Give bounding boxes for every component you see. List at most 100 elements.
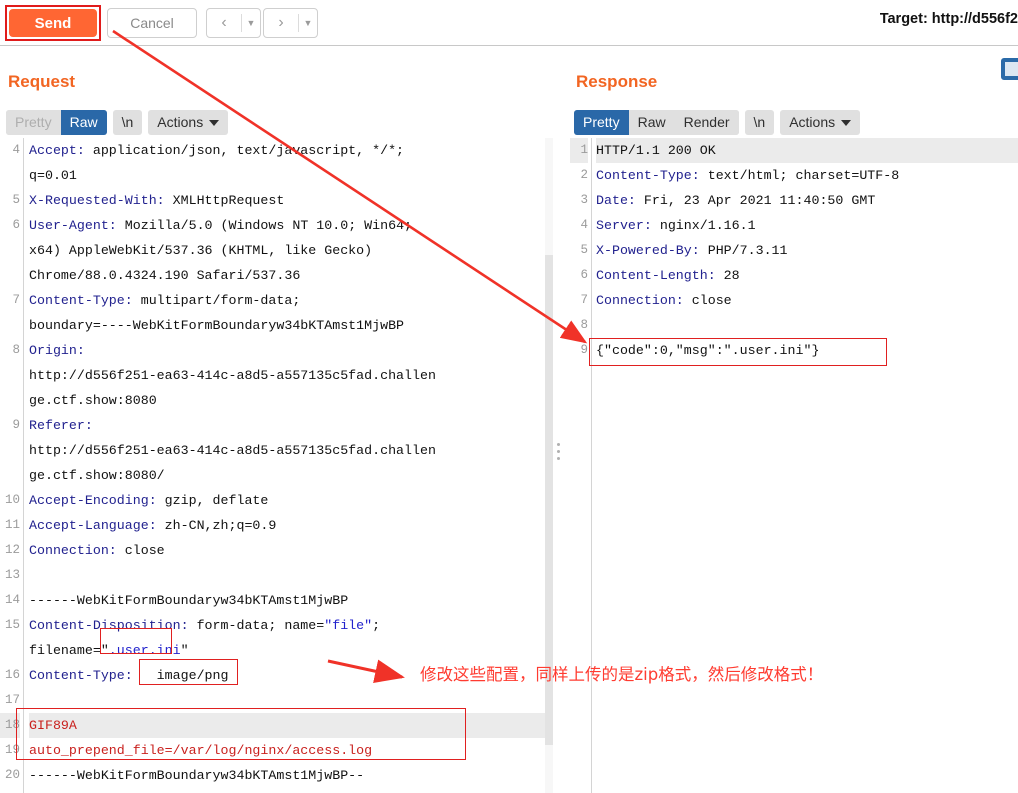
tab-response-newline[interactable]: \n: [744, 110, 775, 135]
code-segment: GIF89A: [29, 718, 77, 733]
tab-request-newline[interactable]: \n: [112, 110, 143, 135]
code-segment: http://d556f251-ea63-414c-a8d5-a557135c5…: [29, 443, 436, 458]
code-line: Server: nginx/1.16.1: [596, 213, 1018, 238]
code-segment: zh-CN,zh;q=0.9: [164, 518, 277, 533]
annotation-note: 修改这些配置，同样上传的是zip格式，然后修改格式！: [420, 665, 824, 684]
code-line: http://d556f251-ea63-414c-a8d5-a557135c5…: [29, 363, 545, 388]
line-number: [0, 438, 20, 463]
code-segment: Content-Type:: [596, 168, 708, 183]
code-segment: Content-Type:: [29, 668, 141, 683]
code-segment: form-data; name=: [196, 618, 325, 633]
code-segment: ge.ctf.show:8080: [29, 393, 157, 408]
code-line: q=0.01: [29, 163, 545, 188]
code-line: Chrome/88.0.4324.190 Safari/537.36: [29, 263, 545, 288]
code-line: Accept-Language: zh-CN,zh;q=0.9: [29, 513, 545, 538]
next-request-button[interactable]: › ▼: [263, 8, 318, 38]
request-view-tabs: Pretty Raw: [6, 110, 107, 135]
request-actions-tab-group: Actions: [148, 110, 229, 135]
code-line: X-Requested-With: XMLHttpRequest: [29, 188, 545, 213]
line-number: 7: [580, 293, 588, 307]
response-actions-button[interactable]: Actions: [780, 110, 861, 135]
code-segment: x64) AppleWebKit/537.36 (KHTML, like Gec…: [29, 243, 373, 258]
request-actions-button[interactable]: Actions: [148, 110, 229, 135]
code-segment: Content-Type:: [29, 293, 141, 308]
cancel-button[interactable]: Cancel: [107, 8, 197, 38]
code-segment: ;: [372, 618, 381, 633]
response-editor[interactable]: 1 2 3 4 5 6 7 8 9 HTTP/1.1 200 OK Content-Type: t…: [570, 138, 1018, 793]
line-number: 1: [570, 138, 588, 163]
line-number: 10: [4, 493, 20, 507]
line-number: [0, 313, 20, 338]
line-number: 15: [4, 618, 20, 632]
chevron-down-icon[interactable]: ▼: [242, 9, 260, 37]
tab-request-pretty[interactable]: Pretty: [6, 110, 61, 135]
code-segment: Server:: [596, 218, 660, 233]
request-newline-tab-group: \n: [112, 110, 143, 135]
line-number: 8: [12, 343, 20, 357]
code-line: User-Agent: Mozilla/5.0 (Windows NT 10.0…: [29, 213, 545, 238]
code-line: ------WebKitFormBoundaryw34bKTAmst1MjwBP…: [29, 763, 545, 788]
line-number: [0, 463, 20, 488]
request-code-content[interactable]: Accept: application/json, text/javascrip…: [29, 138, 545, 793]
code-line: auto_prepend_file=/var/log/nginx/access.…: [29, 738, 545, 763]
tab-request-raw[interactable]: Raw: [60, 110, 107, 135]
code-segment: "file": [324, 618, 373, 633]
chevron-down-icon[interactable]: ▼: [299, 9, 317, 37]
line-number: 9: [12, 418, 20, 432]
line-number: 2: [580, 168, 588, 182]
response-view-tabs: Pretty Raw Render: [574, 110, 739, 135]
code-segment: ------WebKitFormBoundaryw34bKTAmst1MjwBP: [29, 593, 349, 608]
request-line-numbers: 4 5 6 7 8 9 10 11 12 13 14 15 16 17 18 19 20: [0, 138, 24, 793]
code-segment: Accept-Encoding:: [29, 493, 165, 508]
line-number: 6: [580, 268, 588, 282]
tab-response-pretty[interactable]: Pretty: [574, 110, 629, 135]
code-segment: HTTP/1.1 200 OK: [596, 143, 716, 158]
code-segment: Mozilla/5.0 (Windows NT 10.0; Win64;: [124, 218, 413, 233]
code-segment: Fri, 23 Apr 2021 11:40:50 GMT: [643, 193, 876, 208]
code-line: http://d556f251-ea63-414c-a8d5-a557135c5…: [29, 438, 545, 463]
code-line: Connection: close: [29, 538, 545, 563]
line-number: 9: [580, 343, 588, 357]
tab-response-render[interactable]: Render: [674, 110, 739, 135]
code-segment: boundary=----WebKitFormBoundaryw34bKTAms…: [29, 318, 405, 333]
code-line: ------WebKitFormBoundaryw34bKTAmst1MjwBP: [29, 588, 545, 613]
line-number: 5: [12, 193, 20, 207]
response-line-numbers: 1 2 3 4 5 6 7 8 9: [570, 138, 592, 793]
code-segment: close: [691, 293, 732, 308]
line-number: 16: [4, 668, 20, 682]
previous-request-button[interactable]: ‹ ▼: [206, 8, 261, 38]
code-segment: Chrome/88.0.4324.190 Safari/537.36: [29, 268, 301, 283]
code-line: Origin:: [29, 338, 545, 363]
response-actions-label: Actions: [789, 114, 836, 130]
code-segment: Accept-Language:: [29, 518, 165, 533]
code-line: ge.ctf.show:8080: [29, 388, 545, 413]
code-segment: multipart/form-data;: [140, 293, 301, 308]
code-segment: Content-Disposition:: [29, 618, 197, 633]
code-segment: application/json, text/javascript, */*;: [92, 143, 405, 158]
chevron-left-icon: ‹: [221, 14, 227, 31]
response-code-content[interactable]: HTTP/1.1 200 OK Content-Type: text/html; …: [596, 138, 1018, 793]
code-line: Referer:: [29, 413, 545, 438]
request-editor[interactable]: 4 5 6 7 8 9 10 11 12 13 14 15 16 17 18 19 20 Accept: app…: [0, 138, 545, 793]
comment-icon[interactable]: [1001, 58, 1018, 80]
line-number: 13: [4, 568, 20, 582]
splitter-handle-icon: [557, 443, 561, 464]
code-segment: X-Requested-With:: [29, 193, 173, 208]
line-number: 7: [12, 293, 20, 307]
code-segment: Accept:: [29, 143, 93, 158]
line-number: 6: [12, 218, 20, 232]
line-number: [0, 363, 20, 388]
tab-response-raw[interactable]: Raw: [628, 110, 675, 135]
line-number: 18: [0, 713, 20, 738]
code-segment: .user.ini: [108, 643, 181, 658]
send-button[interactable]: Send: [9, 9, 97, 37]
panel-splitter[interactable]: [553, 138, 567, 793]
line-number: 20: [4, 768, 20, 782]
line-number: 12: [4, 543, 20, 557]
code-line: x64) AppleWebKit/537.36 (KHTML, like Gec…: [29, 238, 545, 263]
code-line: {"code":0,"msg":".user.ini"}: [596, 338, 1018, 363]
code-segment: ": [180, 643, 189, 658]
line-number: [0, 163, 20, 188]
